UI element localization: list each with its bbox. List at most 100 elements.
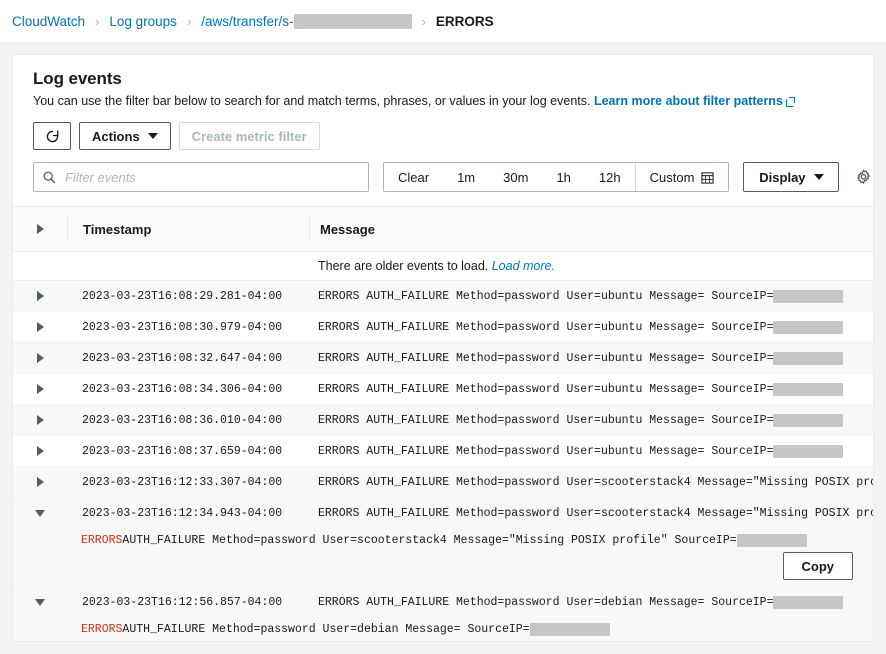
learn-more-link[interactable]: Learn more about filter patterns (594, 94, 783, 108)
table-row-main[interactable]: 2023-03-23T16:12:34.943-04:00ERRORS AUTH… (13, 498, 873, 528)
chevron-down-icon (814, 174, 824, 180)
row-toggle-cell[interactable] (13, 599, 67, 606)
log-events-panel: Log events You can use the filter bar be… (12, 54, 874, 642)
row-detail-text: ERRORS AUTH_FAILURE Method=password User… (81, 534, 873, 547)
redacted-source-ip (737, 534, 807, 547)
cell-message: ERRORS AUTH_FAILURE Method=password User… (308, 383, 873, 396)
row-toggle-cell[interactable] (13, 446, 67, 456)
settings-button[interactable] (855, 164, 872, 190)
column-header-message[interactable]: Message (310, 222, 873, 237)
table-row[interactable]: 2023-03-23T16:08:32.647-04:00ERRORS AUTH… (13, 343, 873, 374)
time-range-group: Clear 1m 30m 1h 12h Custom (383, 162, 729, 192)
breadcrumb-item-1[interactable]: Log groups (109, 14, 177, 29)
load-more-message: There are older events to load. (318, 259, 488, 273)
redacted-source-ip (773, 290, 843, 303)
row-toggle-cell[interactable] (13, 477, 67, 487)
row-detail: ERRORS AUTH_FAILURE Method=password User… (13, 617, 873, 642)
expand-row-icon[interactable] (37, 477, 44, 487)
row-detail-rest: AUTH_FAILURE Method=password User=debian… (122, 623, 529, 636)
row-toggle-cell[interactable] (13, 415, 67, 425)
external-link-icon (786, 97, 795, 106)
redacted-source-ip (773, 445, 843, 458)
table-row-main[interactable]: 2023-03-23T16:12:33.307-04:00ERRORS AUTH… (13, 467, 873, 497)
breadcrumb-separator: › (422, 15, 426, 28)
table-row[interactable]: 2023-03-23T16:12:34.943-04:00ERRORS AUTH… (13, 498, 873, 587)
load-more-link[interactable]: Load more. (492, 259, 555, 273)
search-icon (42, 170, 56, 184)
row-toggle-cell[interactable] (13, 291, 67, 301)
cell-message: ERRORS AUTH_FAILURE Method=password User… (308, 290, 873, 303)
redacted-source-ip (530, 623, 610, 636)
range-clear[interactable]: Clear (384, 163, 443, 191)
expand-row-icon[interactable] (37, 353, 44, 363)
breadcrumb-item-3: ERRORS (436, 14, 494, 29)
panel-description: You can use the filter bar below to sear… (33, 94, 853, 108)
table-row[interactable]: 2023-03-23T16:08:37.659-04:00ERRORS AUTH… (13, 436, 873, 467)
table-row-main[interactable]: 2023-03-23T16:08:32.647-04:00ERRORS AUTH… (13, 343, 873, 373)
table-row-main[interactable]: 2023-03-23T16:08:29.281-04:00 ERRORS AUTH… (13, 281, 873, 311)
row-detail: ERRORS AUTH_FAILURE Method=password User… (13, 528, 873, 586)
row-detail-text: ERRORS AUTH_FAILURE Method=password User… (81, 623, 873, 636)
copy-button[interactable]: Copy (783, 641, 854, 642)
cell-message: ERRORS AUTH_FAILURE Method=password User… (308, 596, 873, 609)
cell-timestamp: 2023-03-23T16:08:37.659-04:00 (67, 445, 308, 458)
breadcrumb-item-2[interactable]: /aws/transfer/s- (201, 14, 293, 29)
redacted-text (294, 14, 412, 29)
cell-timestamp: 2023-03-23T16:08:30.979-04:00 (67, 321, 308, 334)
table-row-main[interactable]: 2023-03-23T16:08:30.979-04:00ERRORS AUTH… (13, 312, 873, 342)
range-1h[interactable]: 1h (542, 163, 584, 191)
table-row[interactable]: 2023-03-23T16:12:56.857-04:00ERRORS AUTH… (13, 587, 873, 642)
copy-button[interactable]: Copy (783, 552, 854, 580)
row-toggle-cell[interactable] (13, 322, 67, 332)
row-toggle-cell[interactable] (13, 384, 67, 394)
search-input[interactable] (63, 169, 360, 186)
cell-message-text: ERRORS AUTH_FAILURE Method=password User… (318, 507, 873, 520)
cell-timestamp: 2023-03-23T16:08:29.281-04:00 (67, 290, 308, 303)
page-title: Log events (33, 69, 853, 89)
table-row[interactable]: 2023-03-23T16:08:36.010-04:00ERRORS AUTH… (13, 405, 873, 436)
row-toggle-cell[interactable] (13, 353, 67, 363)
column-header-timestamp[interactable]: Timestamp (68, 222, 309, 237)
panel-header: Log events You can use the filter bar be… (13, 55, 873, 118)
expand-row-icon[interactable] (37, 415, 44, 425)
cell-message: ERRORS AUTH_FAILURE Method=password User… (308, 445, 873, 458)
table-row-main[interactable]: 2023-03-23T16:08:36.010-04:00ERRORS AUTH… (13, 405, 873, 435)
table-row-main[interactable]: 2023-03-23T16:12:56.857-04:00ERRORS AUTH… (13, 587, 873, 617)
cell-timestamp: 2023-03-23T16:08:34.306-04:00 (67, 383, 308, 396)
range-custom-label: Custom (650, 170, 695, 185)
load-more-text: There are older events to load. Load mor… (308, 259, 555, 273)
breadcrumb-separator: › (95, 15, 99, 28)
expand-row-icon[interactable] (37, 291, 44, 301)
collapse-row-icon[interactable] (35, 510, 45, 517)
expand-row-icon[interactable] (37, 322, 44, 332)
expand-all-cell[interactable] (13, 224, 67, 234)
display-button[interactable]: Display (743, 162, 839, 192)
create-metric-filter-button[interactable]: Create metric filter (179, 122, 320, 150)
table-body: 2023-03-23T16:08:29.281-04:00 ERRORS AUTH… (13, 281, 873, 642)
breadcrumb-item-0[interactable]: CloudWatch (12, 14, 85, 29)
refresh-button[interactable] (33, 122, 71, 150)
range-custom[interactable]: Custom (635, 163, 729, 191)
table-row-main[interactable]: 2023-03-23T16:08:37.659-04:00ERRORS AUTH… (13, 436, 873, 466)
table-row[interactable]: 2023-03-23T16:12:33.307-04:00ERRORS AUTH… (13, 467, 873, 498)
row-toggle-cell[interactable] (13, 510, 67, 517)
breadcrumb-separator: › (187, 15, 191, 28)
table-row[interactable]: 2023-03-23T16:08:30.979-04:00ERRORS AUTH… (13, 312, 873, 343)
range-30m[interactable]: 30m (489, 163, 542, 191)
range-1m[interactable]: 1m (443, 163, 489, 191)
cell-message-text: ERRORS AUTH_FAILURE Method=password User… (318, 290, 773, 303)
breadcrumb: CloudWatch › Log groups › /aws/transfer/s- › E… (0, 0, 886, 42)
table-row[interactable]: 2023-03-23T16:08:29.281-04:00 ERRORS AUTH… (13, 281, 873, 312)
actions-button[interactable]: Actions (79, 122, 171, 150)
expand-row-icon[interactable] (37, 446, 44, 456)
calendar-icon (701, 171, 714, 184)
expand-all-icon[interactable] (37, 224, 44, 234)
expand-row-icon[interactable] (37, 384, 44, 394)
range-12h[interactable]: 12h (585, 163, 635, 191)
filter-events-box[interactable] (33, 162, 369, 192)
redacted-source-ip (773, 596, 843, 609)
table-row[interactable]: 2023-03-23T16:08:34.306-04:00ERRORS AUTH… (13, 374, 873, 405)
collapse-row-icon[interactable] (35, 599, 45, 606)
cell-timestamp: 2023-03-23T16:08:32.647-04:00 (67, 352, 308, 365)
table-row-main[interactable]: 2023-03-23T16:08:34.306-04:00ERRORS AUTH… (13, 374, 873, 404)
